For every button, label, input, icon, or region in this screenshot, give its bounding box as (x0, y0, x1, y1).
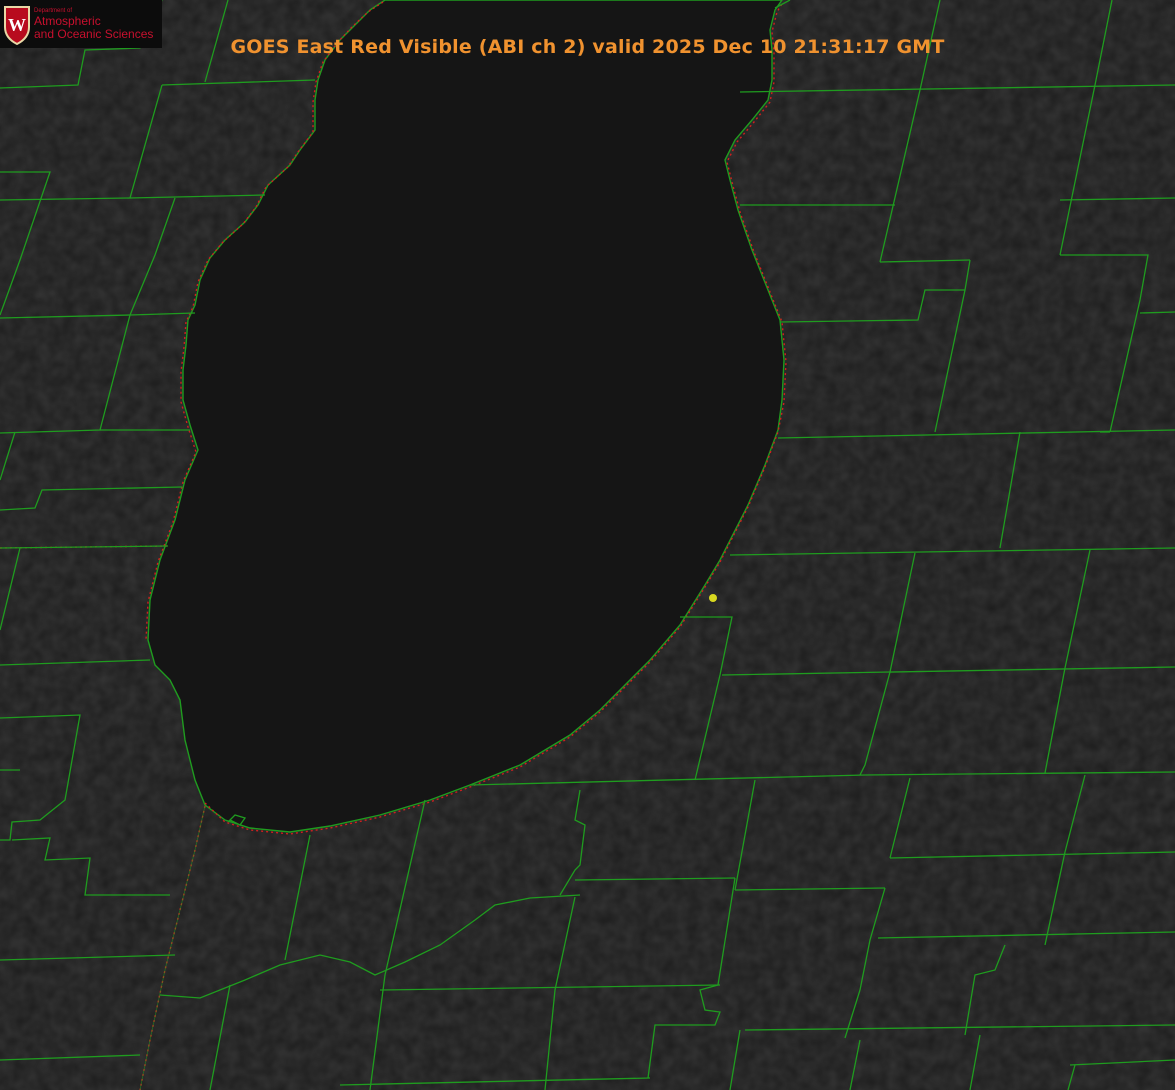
satellite-map: W Department of Atmospheric and Oceanic … (0, 0, 1175, 1090)
location-dot-icon (709, 594, 717, 602)
image-title: GOES East Red Visible (ABI ch 2) valid 2… (230, 36, 945, 58)
satellite-image (0, 0, 1175, 1090)
svg-text:W: W (8, 15, 26, 35)
